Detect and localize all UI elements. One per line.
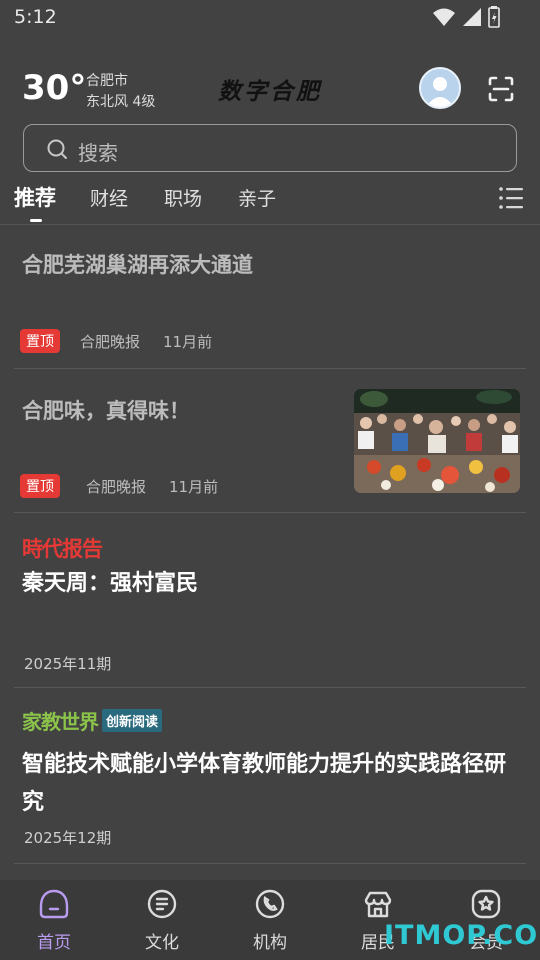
- article-title: 智能技术赋能小学体育教师能力提升的实践路径研究: [22, 752, 507, 815]
- active-tab-indicator: [30, 219, 42, 222]
- search-placeholder: 搜索: [78, 141, 118, 165]
- home-icon: [38, 888, 70, 920]
- app-logo: 数字合肥: [218, 78, 322, 105]
- category-tabs: 推荐 财经 职场 亲子: [0, 182, 540, 224]
- article-time: 11月前: [169, 478, 219, 496]
- nav-label: 文化: [145, 933, 179, 953]
- nav-label: 机构: [253, 933, 287, 953]
- wifi-icon: [432, 7, 456, 27]
- status-time: 5:12: [14, 6, 57, 28]
- nav-culture[interactable]: 文化: [108, 880, 216, 960]
- avatar[interactable]: [419, 67, 461, 109]
- article-time: 11月前: [163, 333, 213, 351]
- culture-icon: [146, 888, 178, 920]
- weather-city: 合肥市: [86, 73, 128, 89]
- article-item[interactable]: 家教世界 创新阅读 智能技术赋能小学体育教师能力提升的实践路径研究 2025年1…: [0, 688, 540, 864]
- status-icons: [432, 6, 500, 28]
- article-source: 合肥晚报: [80, 333, 141, 351]
- watermark: ITMOP.COM: [384, 920, 540, 951]
- article-item[interactable]: 合肥味，真得味！ 置顶 合肥晚报 11月前: [0, 369, 540, 513]
- tab-finance[interactable]: 财经: [90, 184, 128, 211]
- user-avatar-icon: [426, 77, 454, 107]
- battery-icon: [488, 6, 500, 28]
- column-logo-text: 家教世界: [22, 710, 99, 734]
- search-icon: [46, 138, 68, 160]
- article-item[interactable]: 時代报告 秦天周：强村富民 2025年11期: [0, 513, 540, 688]
- nav-label: 首页: [37, 933, 71, 953]
- status-bar: 5:12: [0, 0, 540, 38]
- tab-parenting[interactable]: 亲子: [238, 184, 276, 211]
- weather-wind: 东北风 4级: [86, 94, 156, 110]
- tab-recommend[interactable]: 推荐: [14, 182, 56, 212]
- column-logo-text: 時代报告: [22, 537, 103, 561]
- article-title: 秦天周：强村富民: [22, 571, 199, 596]
- column-tag: 创新阅读: [102, 709, 163, 732]
- article-source: 合肥晚报: [86, 478, 147, 496]
- article-title: 合肥芜湖巢湖再添大通道: [22, 253, 253, 277]
- nav-home[interactable]: 首页: [0, 880, 108, 960]
- tab-workplace[interactable]: 职场: [164, 184, 202, 211]
- column-logo: 時代报告: [22, 533, 103, 563]
- signal-icon: [462, 7, 482, 27]
- article-title: 合肥味，真得味！: [22, 399, 190, 423]
- divider: [14, 863, 526, 864]
- search-input[interactable]: 搜索: [23, 124, 517, 172]
- channel-menu-icon[interactable]: [498, 186, 524, 210]
- article-thumbnail: [354, 389, 520, 493]
- pinned-badge: 置顶: [20, 329, 60, 353]
- article-item[interactable]: 合肥芜湖巢湖再添大通道 置顶 合肥晚报 11月前: [0, 225, 540, 369]
- residents-icon: [362, 888, 394, 920]
- column-logo: 家教世界 创新阅读: [22, 706, 163, 735]
- issue-period: 2025年12期: [24, 829, 112, 847]
- member-icon: [470, 888, 502, 920]
- weather-temperature: 30°: [22, 68, 87, 108]
- nav-organization[interactable]: 机构: [216, 880, 324, 960]
- phone-icon: [254, 888, 286, 920]
- issue-period: 2025年11期: [24, 655, 112, 673]
- scan-icon[interactable]: [486, 74, 516, 104]
- pinned-badge: 置顶: [20, 474, 60, 498]
